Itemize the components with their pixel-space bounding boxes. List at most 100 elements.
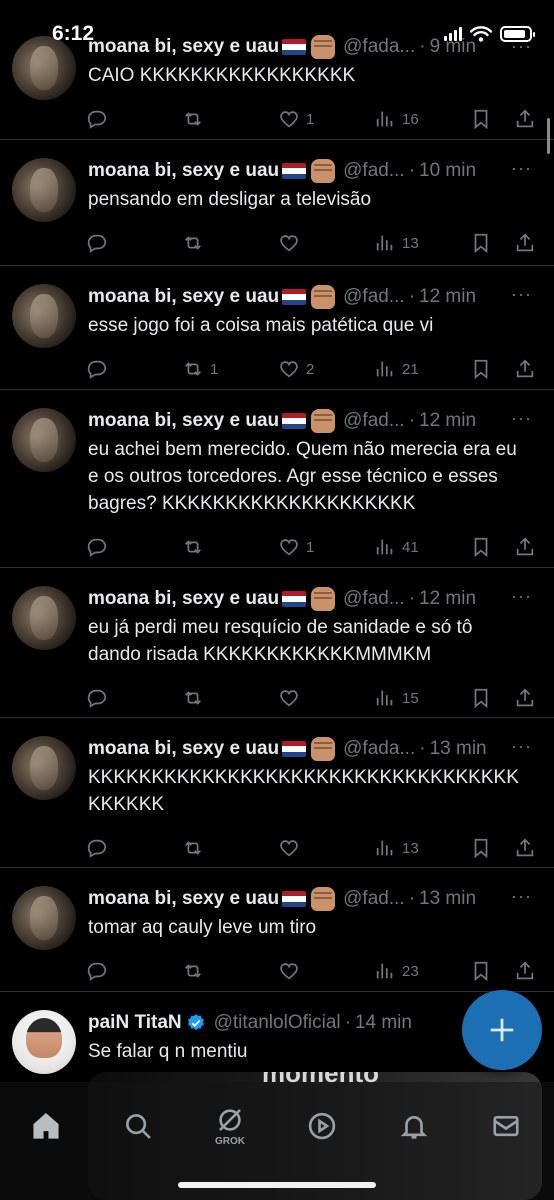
avatar[interactable] — [12, 1010, 76, 1074]
tweet-time[interactable]: 14 min — [355, 1010, 412, 1036]
bookmark-icon — [474, 838, 488, 859]
tweet-time[interactable]: 12 min — [419, 586, 476, 612]
heart-icon — [280, 963, 298, 980]
share-button[interactable] — [514, 960, 536, 982]
reply-button[interactable] — [86, 358, 108, 380]
author-name[interactable]: moana bi, sexy e uau — [88, 586, 279, 612]
share-icon — [516, 109, 534, 128]
separator-dot: · — [419, 738, 426, 759]
avatar[interactable] — [12, 586, 76, 650]
reply-button[interactable] — [86, 108, 108, 130]
like-button[interactable]: 2 — [278, 358, 314, 380]
retweet-button[interactable] — [182, 108, 204, 130]
tab-grok[interactable]: GROK — [206, 1102, 254, 1150]
home-indicator[interactable] — [178, 1182, 376, 1188]
like-button[interactable] — [278, 960, 300, 982]
retweet-button[interactable] — [182, 536, 204, 558]
like-button[interactable]: 1 — [278, 108, 314, 130]
like-button[interactable] — [278, 687, 300, 709]
bookmark-button[interactable] — [470, 536, 492, 558]
author-name[interactable]: moana bi, sexy e uau — [88, 736, 279, 762]
share-button[interactable] — [514, 536, 536, 558]
views-button[interactable]: 13 — [374, 232, 419, 254]
author-handle[interactable]: @fad... — [343, 886, 405, 912]
tab-videos[interactable] — [298, 1102, 346, 1150]
share-button[interactable] — [514, 358, 536, 380]
reply-button[interactable] — [86, 960, 108, 982]
avatar[interactable] — [12, 408, 76, 472]
like-button[interactable] — [278, 232, 300, 254]
like-button[interactable]: 1 — [278, 536, 314, 558]
tweet[interactable]: moana bi, sexy e uau @fad... · 12 min es… — [0, 266, 554, 390]
bookmark-button[interactable] — [470, 960, 492, 982]
views-button[interactable]: 23 — [374, 960, 419, 982]
like-count: 2 — [306, 360, 315, 378]
tweet-time[interactable]: 12 min — [419, 408, 476, 434]
avatar[interactable] — [12, 886, 76, 950]
author-handle[interactable]: @fad... — [343, 408, 405, 434]
author-handle[interactable]: @fad... — [343, 158, 405, 184]
bookmark-button[interactable] — [470, 232, 492, 254]
tab-home[interactable] — [22, 1102, 70, 1150]
like-button[interactable] — [278, 837, 300, 859]
share-button[interactable] — [514, 232, 536, 254]
tweet-time[interactable]: 13 min — [419, 886, 476, 912]
author-name[interactable]: moana bi, sexy e uau — [88, 408, 279, 434]
retweet-button[interactable] — [182, 232, 204, 254]
avatar[interactable] — [12, 736, 76, 800]
views-icon — [376, 690, 393, 706]
tweet[interactable]: moana bi, sexy e uau @fad... · 10 min pe… — [0, 140, 554, 266]
bookmark-button[interactable] — [470, 837, 492, 859]
more-options-icon[interactable]: ··· — [511, 736, 532, 757]
author-name[interactable]: moana bi, sexy e uau — [88, 284, 279, 310]
bookmark-button[interactable] — [470, 108, 492, 130]
author-handle[interactable]: @titanlolOficial — [214, 1010, 341, 1036]
author-handle[interactable]: @fad... — [343, 586, 405, 612]
share-button[interactable] — [514, 687, 536, 709]
heart-icon — [280, 539, 298, 556]
more-options-icon[interactable]: ··· — [511, 886, 532, 907]
tweet-time[interactable]: 10 min — [419, 158, 476, 184]
tweet-time[interactable]: 12 min — [419, 284, 476, 310]
avatar[interactable] — [12, 284, 76, 348]
status-time: 6:12 — [52, 22, 95, 45]
tab-notifications[interactable] — [390, 1102, 438, 1150]
author-handle[interactable]: @fad... — [343, 284, 405, 310]
bookmark-button[interactable] — [470, 687, 492, 709]
reply-button[interactable] — [86, 232, 108, 254]
compose-button[interactable] — [462, 990, 542, 1070]
reply-button[interactable] — [86, 837, 108, 859]
author-name[interactable]: moana bi, sexy e uau — [88, 886, 279, 912]
tweet[interactable]: moana bi, sexy e uau @fada... · 13 min K… — [0, 718, 554, 868]
retweet-button[interactable] — [182, 687, 204, 709]
views-button[interactable]: 15 — [374, 687, 419, 709]
reply-button[interactable] — [86, 687, 108, 709]
tweet-time[interactable]: 13 min — [430, 736, 487, 762]
reply-button[interactable] — [86, 536, 108, 558]
bookmark-button[interactable] — [470, 358, 492, 380]
heart-icon — [280, 235, 298, 252]
views-button[interactable]: 21 — [374, 358, 419, 380]
author-name[interactable]: moana bi, sexy e uau — [88, 158, 279, 184]
tab-messages[interactable] — [482, 1102, 530, 1150]
tweet[interactable]: moana bi, sexy e uau @fad... · 13 min to… — [0, 868, 554, 992]
more-options-icon[interactable]: ··· — [511, 158, 532, 179]
author-handle[interactable]: @fada... — [343, 736, 415, 762]
more-options-icon[interactable]: ··· — [511, 408, 532, 429]
share-button[interactable] — [514, 837, 536, 859]
scrollbar[interactable] — [547, 118, 550, 154]
retweet-button[interactable] — [182, 837, 204, 859]
tweet[interactable]: moana bi, sexy e uau @fad... · 12 min eu… — [0, 568, 554, 718]
more-options-icon[interactable]: ··· — [511, 586, 532, 607]
tab-search[interactable] — [114, 1102, 162, 1150]
tweet[interactable]: moana bi, sexy e uau @fad... · 12 min eu… — [0, 390, 554, 568]
retweet-button[interactable]: 1 — [182, 358, 218, 380]
retweet-button[interactable] — [182, 960, 204, 982]
views-button[interactable]: 13 — [374, 837, 419, 859]
views-button[interactable]: 16 — [374, 108, 419, 130]
avatar[interactable] — [12, 158, 76, 222]
views-button[interactable]: 41 — [374, 536, 419, 558]
more-options-icon[interactable]: ··· — [511, 284, 532, 305]
author-name[interactable]: paiN TitaN — [88, 1010, 182, 1036]
share-button[interactable] — [514, 108, 536, 130]
